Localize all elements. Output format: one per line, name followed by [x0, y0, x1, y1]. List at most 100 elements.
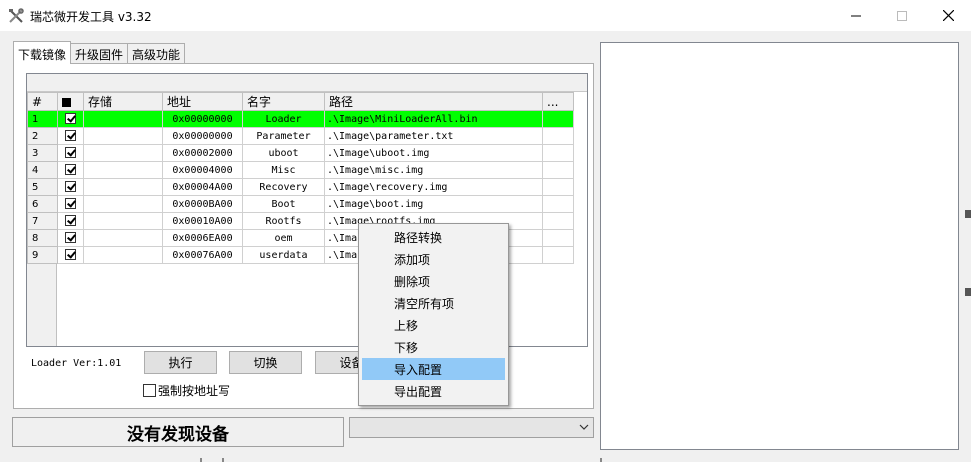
row-checkbox[interactable] [57, 229, 84, 247]
row-checkbox[interactable] [57, 212, 84, 230]
force-write-checkbox[interactable]: 强制按地址写 [143, 382, 230, 399]
row-more [542, 178, 574, 196]
row-name: Misc [242, 161, 325, 179]
log-panel[interactable] [600, 42, 959, 450]
table-row[interactable]: 4 0x00004000 Misc .\Image\misc.img [27, 161, 574, 179]
row-name: Parameter [242, 127, 325, 145]
window-title: 瑞芯微开发工具 v3.32 [30, 10, 152, 24]
row-path: .\Image\boot.img [324, 195, 543, 213]
table-header-row: # 存储 地址 名字 路径 ... [27, 92, 574, 111]
row-address: 0x00010A00 [162, 212, 243, 230]
col-header-name: 名字 [242, 92, 325, 111]
execute-button[interactable]: 执行 [144, 351, 217, 374]
table-row[interactable]: 5 0x00004A00 Recovery .\Image\recovery.img [27, 178, 574, 196]
minimize-icon [851, 15, 861, 16]
col-header-path: 路径 [324, 92, 543, 111]
edge-mark [965, 288, 971, 296]
row-path: .\Image\recovery.img [324, 178, 543, 196]
tab-download-image[interactable]: 下载镜像 [13, 41, 72, 64]
checkbox-box[interactable] [143, 384, 156, 397]
maximize-button[interactable] [879, 0, 925, 31]
col-header-select-all[interactable] [57, 92, 84, 111]
tab-bar: 下载镜像 升级固件 高级功能 [13, 41, 186, 64]
row-number: 4 [27, 161, 58, 179]
row-number: 8 [27, 229, 58, 247]
table-row[interactable]: 1 0x00000000 Loader .\Image\MiniLoaderAll.b… [27, 110, 574, 128]
close-button[interactable] [925, 0, 971, 31]
checkbox-checked[interactable] [65, 181, 76, 193]
table-row[interactable]: 3 0x00002000 uboot .\Image\uboot.img [27, 144, 574, 162]
row-more [542, 144, 574, 162]
context-menu-item[interactable]: 删除项 [362, 270, 505, 292]
checkbox-checked[interactable] [65, 198, 76, 210]
context-menu-item[interactable]: 添加项 [362, 248, 505, 270]
tab-advanced[interactable]: 高级功能 [127, 43, 186, 64]
row-name: Boot [242, 195, 325, 213]
row-address: 0x0006EA00 [162, 229, 243, 247]
row-name: Rootfs [242, 212, 325, 230]
row-storage [83, 127, 163, 145]
row-checkbox[interactable] [57, 144, 84, 162]
row-number: 1 [27, 110, 58, 128]
row-path: .\Image\uboot.img [324, 144, 543, 162]
row-path: .\Image\parameter.txt [324, 127, 543, 145]
table-row[interactable]: 6 0x0000BA00 Boot .\Image\boot.img [27, 195, 574, 213]
tick-mark [200, 458, 202, 462]
context-menu-item[interactable]: 上移 [362, 314, 505, 336]
row-checkbox[interactable] [57, 161, 84, 179]
row-number: 6 [27, 195, 58, 213]
row-address: 0x00000000 [162, 127, 243, 145]
checkbox-checked[interactable] [65, 130, 76, 142]
row-more [542, 110, 574, 128]
row-address: 0x0000BA00 [162, 195, 243, 213]
minimize-button[interactable] [833, 0, 879, 31]
table-row[interactable]: 2 0x00000000 Parameter .\Image\parameter.tx… [27, 127, 574, 145]
row-checkbox[interactable] [57, 127, 84, 145]
checkbox-checked[interactable] [65, 215, 76, 227]
row-address: 0x00004A00 [162, 178, 243, 196]
row-name: Loader [242, 110, 325, 128]
checkbox-checked[interactable] [65, 147, 76, 159]
tick-mark [222, 458, 224, 462]
row-storage [83, 144, 163, 162]
checkbox-checked[interactable] [65, 113, 76, 125]
checkbox-checked[interactable] [65, 249, 76, 261]
col-header-num: # [27, 92, 58, 111]
row-more [542, 212, 574, 230]
device-combo[interactable] [349, 417, 594, 438]
col-header-more: ... [542, 92, 574, 111]
row-checkbox[interactable] [57, 110, 84, 128]
context-menu-item[interactable]: 导出配置 [362, 380, 505, 402]
row-address: 0x00004000 [162, 161, 243, 179]
tick-mark [600, 458, 602, 462]
checkbox-checked[interactable] [65, 164, 76, 176]
col-header-address: 地址 [162, 92, 243, 111]
row-more [542, 161, 574, 179]
row-more [542, 127, 574, 145]
grid-top-bar [27, 74, 587, 92]
context-menu: 路径转换 添加项 删除项 清空所有项 上移 下移 导入配置 导出配置 [358, 223, 509, 406]
switch-button[interactable]: 切换 [229, 351, 302, 374]
row-path: .\Image\misc.img [324, 161, 543, 179]
select-all-icon [62, 97, 71, 107]
context-menu-item[interactable]: 路径转换 [362, 226, 505, 248]
row-checkbox[interactable] [57, 246, 84, 264]
chevron-down-icon [579, 424, 589, 430]
context-menu-item[interactable]: 导入配置 [362, 358, 505, 380]
row-storage [83, 229, 163, 247]
row-more [542, 195, 574, 213]
force-write-label: 强制按地址写 [158, 384, 231, 398]
row-storage [83, 110, 163, 128]
row-path: .\Image\MiniLoaderAll.bin [324, 110, 543, 128]
tools-icon [9, 8, 24, 23]
row-checkbox[interactable] [57, 195, 84, 213]
checkbox-checked[interactable] [65, 232, 76, 244]
row-number: 3 [27, 144, 58, 162]
tab-upgrade-firmware[interactable]: 升级固件 [70, 43, 129, 64]
maximize-icon [897, 10, 907, 21]
row-checkbox[interactable] [57, 178, 84, 196]
row-address: 0x00076A00 [162, 246, 243, 264]
context-menu-item[interactable]: 下移 [362, 336, 505, 358]
context-menu-item[interactable]: 清空所有项 [362, 292, 505, 314]
title-bar: 瑞芯微开发工具 v3.32 [0, 0, 971, 31]
